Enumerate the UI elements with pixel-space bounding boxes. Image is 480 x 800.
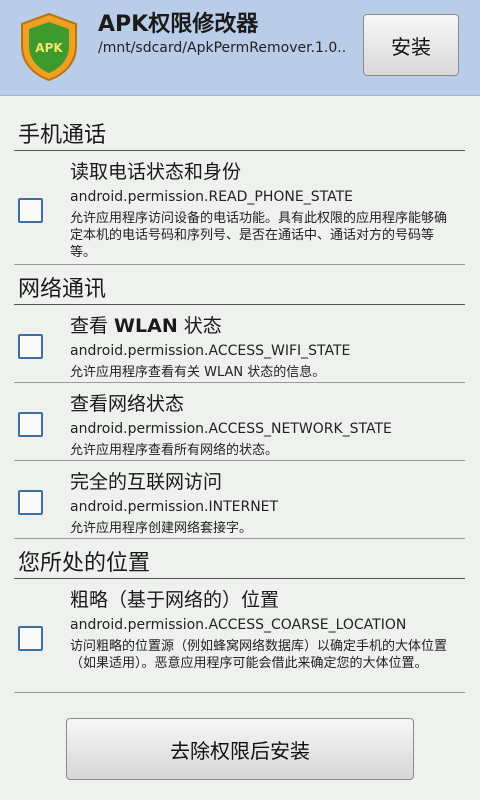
perm-id: android.permission.ACCESS_NETWORK_STATE (70, 421, 392, 437)
checkbox-access-wifi-state[interactable] (18, 334, 43, 359)
perm-title: 完全的互联网访问 (70, 471, 223, 493)
checkbox-internet[interactable] (18, 490, 43, 515)
app-title: APK权限修改器 (98, 12, 259, 37)
section-divider (14, 578, 465, 579)
perm-title: 查看 WLAN 状态 (70, 315, 222, 337)
section-title-phone: 手机通话 (18, 123, 107, 148)
checkbox-access-coarse-location[interactable] (18, 626, 43, 651)
row-divider (14, 382, 465, 383)
perm-title: 查看网络状态 (70, 393, 185, 415)
row-divider (14, 692, 465, 693)
perm-id: android.permission.ACCESS_COARSE_LOCATIO… (70, 617, 407, 633)
install-button[interactable]: 安装 (363, 14, 459, 76)
perm-id: android.permission.READ_PHONE_STATE (70, 189, 353, 205)
perm-id: android.permission.ACCESS_WIFI_STATE (70, 343, 351, 359)
section-divider (14, 150, 465, 151)
section-title-location: 您所处的位置 (18, 551, 151, 576)
perm-description: 访问粗略的位置源（例如蜂窝网络数据库）以确定手机的大体位置（如果适用）。恶意应用… (70, 639, 448, 671)
perm-description: 允许应用程序查看有关 WLAN 状态的信息。 (70, 365, 326, 380)
perm-description: 允许应用程序查看所有网络的状态。 (70, 443, 279, 458)
checkbox-read-phone-state[interactable] (18, 198, 43, 223)
app-header: APK APK权限修改器 /mnt/sdcard/ApkPermRemover.… (0, 0, 480, 96)
apk-shield-icon: APK (21, 12, 77, 82)
row-divider (14, 460, 465, 461)
perm-description: 允许应用程序访问设备的电话功能。具有此权限的应用程序能够确定本机的电话号码和序列… (70, 211, 448, 260)
logo-text: APK (35, 41, 63, 55)
section-divider (14, 304, 465, 305)
perm-description: 允许应用程序创建网络套接字。 (70, 521, 253, 536)
row-divider (14, 264, 465, 265)
apk-file-path: /mnt/sdcard/ApkPermRemover.1.0.. (98, 40, 347, 56)
checkbox-access-network-state[interactable] (18, 412, 43, 437)
perm-title: 粗略（基于网络的）位置 (70, 589, 280, 611)
section-title-network: 网络通讯 (18, 277, 107, 302)
row-divider (14, 538, 465, 539)
remove-permissions-install-button[interactable]: 去除权限后安装 (66, 718, 414, 780)
perm-title: 读取电话状态和身份 (70, 161, 242, 183)
perm-id: android.permission.INTERNET (70, 499, 279, 515)
